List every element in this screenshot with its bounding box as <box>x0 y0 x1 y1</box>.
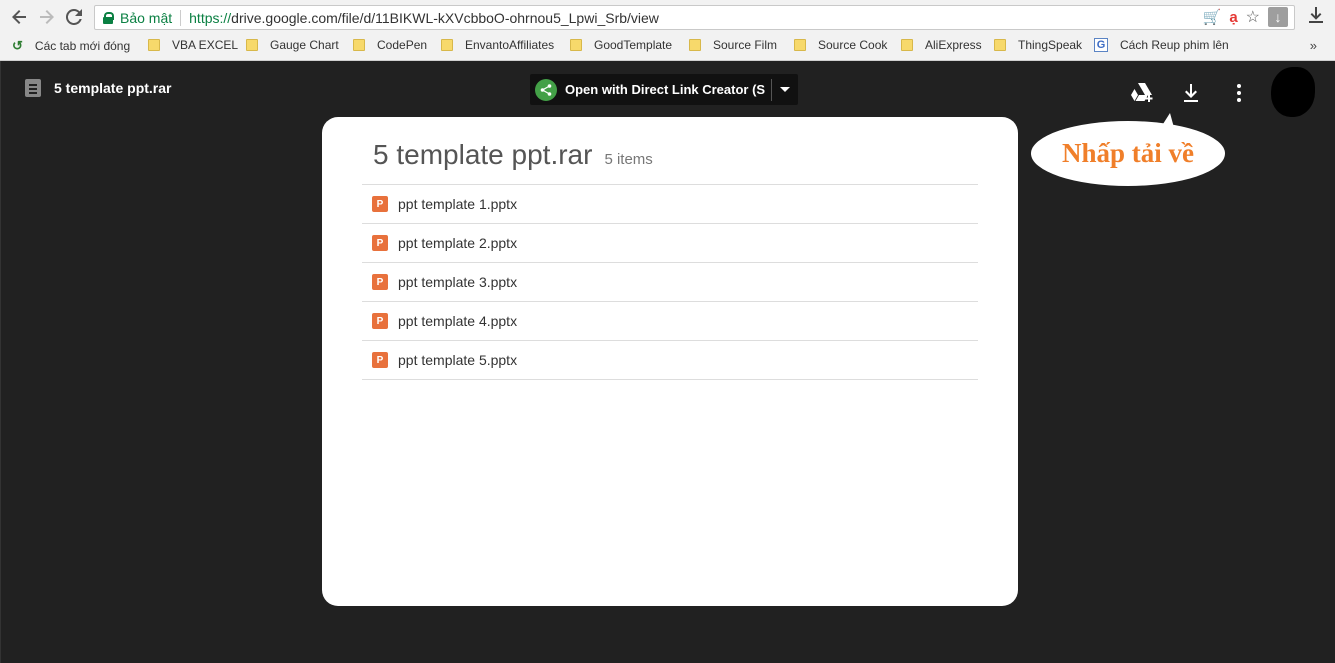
powerpoint-icon: P <box>372 196 388 212</box>
folder-icon <box>570 39 582 51</box>
archive-title: 5 template ppt.rar 5 items <box>373 139 653 171</box>
bookmark-folder-source-cook[interactable]: Source Cook <box>794 38 887 52</box>
drive-viewer: 5 template ppt.rar Open with Direct Link… <box>0 61 1335 663</box>
chevron-down-icon[interactable] <box>780 87 790 92</box>
open-with-label: Open with Direct Link Creator (Sh… <box>565 82 765 97</box>
browser-toolbar: Bảo mật https://drive.google.com/file/d/… <box>0 0 1335 34</box>
translate-icon[interactable]: ạ <box>1229 9 1237 26</box>
bookmark-label: Source Film <box>713 38 778 52</box>
archive-preview-card: 5 template ppt.rar 5 items P ppt templat… <box>322 117 1018 606</box>
folder-icon <box>246 39 258 51</box>
viewer-file-header: 5 template ppt.rar <box>25 79 171 97</box>
powerpoint-icon: P <box>372 313 388 329</box>
bookmark-label: ThingSpeak <box>1018 38 1083 52</box>
bookmarks-bar: ↺ Các tab mới đóng VBA EXCEL Gauge Chart… <box>0 34 1335 60</box>
folder-icon <box>794 39 806 51</box>
add-to-drive-icon[interactable] <box>1130 81 1156 105</box>
lock-icon <box>103 12 114 24</box>
folder-icon <box>994 39 1006 51</box>
viewer-file-name: 5 template ppt.rar <box>54 80 172 96</box>
bookmark-reup-phim[interactable]: G Cách Reup phim lên <box>1094 38 1229 52</box>
file-name: ppt template 4.pptx <box>398 313 518 329</box>
folder-icon <box>441 39 453 51</box>
folder-icon <box>901 39 913 51</box>
list-item[interactable]: P ppt template 4.pptx <box>362 302 978 341</box>
history-icon: ↺ <box>12 38 23 53</box>
archive-icon <box>25 79 41 97</box>
avatar[interactable] <box>1271 67 1315 117</box>
folder-icon <box>148 39 160 51</box>
more-bookmarks-button[interactable]: » <box>1310 38 1317 53</box>
powerpoint-icon: P <box>372 274 388 290</box>
file-name: ppt template 3.pptx <box>398 274 518 290</box>
list-item[interactable]: P ppt template 5.pptx <box>362 341 978 380</box>
bookmark-label: Source Cook <box>818 38 888 52</box>
bookmark-folder-thingspeak[interactable]: ThingSpeak <box>994 38 1082 52</box>
google-icon: G <box>1094 38 1108 52</box>
bookmark-label: VBA EXCEL <box>172 38 239 52</box>
download-extension-icon[interactable]: ↓ <box>1268 7 1288 27</box>
list-item[interactable]: P ppt template 3.pptx <box>362 263 978 302</box>
more-options-icon[interactable] <box>1226 81 1252 105</box>
file-name: ppt template 2.pptx <box>398 235 518 251</box>
download-hint-callout: Nhấp tải về <box>1031 121 1225 186</box>
bookmark-label: CodePen <box>377 38 428 52</box>
open-with-button[interactable]: Open with Direct Link Creator (Sh… <box>530 74 798 105</box>
bookmark-folder-codepen[interactable]: CodePen <box>353 38 427 52</box>
url-scheme: https:// <box>189 9 232 26</box>
bookmark-star-icon[interactable]: ☆ <box>1246 7 1260 27</box>
browser-chrome: Bảo mật https://drive.google.com/file/d/… <box>0 0 1335 61</box>
bookmark-label: EnvantoAffiliates <box>465 38 555 52</box>
forward-icon[interactable] <box>36 6 58 28</box>
bookmark-label: Gauge Chart <box>270 38 339 52</box>
bookmark-label: Cách Reup phim lên <box>1120 38 1229 52</box>
omnibox-separator <box>180 9 182 26</box>
share-icon <box>535 78 557 101</box>
bookmark-label: AliExpress <box>925 38 982 52</box>
archive-name: 5 template ppt.rar <box>373 139 593 170</box>
download-icon[interactable] <box>1178 81 1204 105</box>
file-name: ppt template 1.pptx <box>398 196 518 212</box>
powerpoint-icon: P <box>372 235 388 251</box>
file-name: ppt template 5.pptx <box>398 352 518 368</box>
bookmark-folder-envanto[interactable]: EnvantoAffiliates <box>441 38 554 52</box>
bookmark-label: Các tab mới đóng <box>34 39 131 53</box>
address-bar[interactable]: Bảo mật https://drive.google.com/file/d/… <box>94 5 1295 30</box>
url-text: drive.google.com/file/d/11BIKWL-kXVcbboO… <box>231 9 659 26</box>
folder-icon <box>353 39 365 51</box>
bookmark-folder-goodtemplate[interactable]: GoodTemplate <box>570 38 672 52</box>
secure-indicator[interactable]: Bảo mật <box>95 10 172 26</box>
bookmark-folder-gauge-chart[interactable]: Gauge Chart <box>246 38 339 52</box>
bookmark-folder-aliexpress[interactable]: AliExpress <box>901 38 982 52</box>
bookmark-folder-vba-excel[interactable]: VBA EXCEL <box>148 38 238 52</box>
list-item[interactable]: P ppt template 1.pptx <box>362 185 978 224</box>
bookmark-label: GoodTemplate <box>594 38 673 52</box>
open-with-divider <box>771 78 772 101</box>
folder-icon <box>689 39 701 51</box>
bookmark-folder-source-film[interactable]: Source Film <box>689 38 777 52</box>
archive-item-count: 5 items <box>604 151 653 168</box>
list-item[interactable]: P ppt template 2.pptx <box>362 224 978 263</box>
callout-text: Nhấp tải về <box>1061 138 1194 168</box>
powerpoint-icon: P <box>372 352 388 368</box>
shopping-cart-icon[interactable]: 🛒 <box>1203 8 1222 26</box>
bookmark-recent-tabs[interactable]: ↺ Các tab mới đóng <box>12 38 130 54</box>
back-icon[interactable] <box>8 6 30 28</box>
archive-file-list: P ppt template 1.pptx P ppt template 2.p… <box>362 184 978 380</box>
secure-label: Bảo mật <box>120 9 173 26</box>
downloads-icon[interactable] <box>1309 7 1323 28</box>
reload-icon[interactable] <box>63 6 85 28</box>
